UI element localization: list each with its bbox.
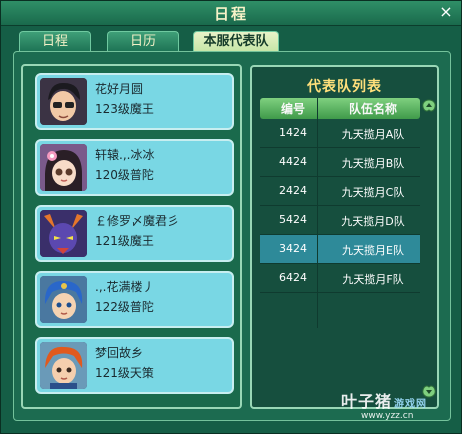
team-name: 九天揽月E队 xyxy=(342,244,404,257)
tab-schedule[interactable]: 日程 xyxy=(19,31,91,51)
table-row[interactable]: 1424 九天揽月A队 xyxy=(260,119,420,148)
team-name: 九天揽月B队 xyxy=(341,157,405,170)
player-level-class: 121级魔王 xyxy=(95,234,154,248)
table-row-selected[interactable]: 3424 九天揽月E队 xyxy=(260,235,420,264)
player-name: ￡修罗〆魔君彡 xyxy=(95,214,180,228)
watermark-main: 叶子猪 xyxy=(341,392,393,411)
blue-hair-avatar-icon xyxy=(40,276,87,323)
player-level-class: 122级普陀 xyxy=(95,300,154,314)
watermark-url: www.yzz.cn xyxy=(361,411,414,421)
watermark: 叶子猪 游戏网 www.yzz.cn xyxy=(341,388,427,421)
schedule-window: 日程 × 日程 日历 本服代表队 花好月圆 123级魔王 轩辕.,.冰冰 120… xyxy=(0,0,462,434)
table-row[interactable]: 5424 九天揽月D队 xyxy=(260,206,420,235)
player-name: 梦回故乡 xyxy=(95,346,144,360)
player-name: 轩辕.,.冰冰 xyxy=(95,148,155,162)
red-hair-avatar-icon xyxy=(40,342,87,389)
scroll-up-icon[interactable] xyxy=(421,98,437,114)
male-sunglasses-avatar-icon xyxy=(40,78,87,125)
tab-server-team[interactable]: 本服代表队 xyxy=(193,31,279,51)
close-icon[interactable]: × xyxy=(437,3,455,21)
team-name: 九天揽月C队 xyxy=(341,186,405,199)
watermark-sub: 游戏网 xyxy=(394,399,428,410)
tab-calendar[interactable]: 日历 xyxy=(107,31,179,51)
window-title: 日程 xyxy=(213,5,248,23)
player-name: 花好月圆 xyxy=(95,82,144,96)
team-name: 九天揽月F队 xyxy=(342,273,404,286)
table-row[interactable]: 4424 九天揽月B队 xyxy=(260,148,420,177)
column-header-name[interactable]: 队伍名称 xyxy=(326,100,420,117)
player-level-class: 121级天策 xyxy=(95,366,154,380)
table-row[interactable]: 2424 九天揽月C队 xyxy=(260,177,420,206)
player-card[interactable]: .,.花满楼丿 122级普陀 xyxy=(35,271,234,328)
female-flower-avatar-icon xyxy=(40,144,87,191)
player-level-class: 123级魔王 xyxy=(95,102,154,116)
table-row[interactable]: 6424 九天揽月F队 xyxy=(260,264,420,293)
player-card[interactable]: 轩辕.,.冰冰 120级普陀 xyxy=(35,139,234,196)
team-name: 九天揽月A队 xyxy=(341,128,405,141)
title-bar[interactable]: 日程 × xyxy=(1,1,461,26)
player-level-class: 120级普陀 xyxy=(95,168,154,182)
player-card[interactable]: ￡修罗〆魔君彡 121级魔王 xyxy=(35,205,234,262)
team-name: 九天揽月D队 xyxy=(341,215,405,228)
column-divider xyxy=(317,98,318,328)
team-list-panel: 代表队列表 编号 队伍名称 1424 九天揽月A队 4424 九天揽月B队 24… xyxy=(250,65,439,409)
team-list-title: 代表队列表 xyxy=(307,79,382,95)
player-card[interactable]: 花好月圆 123级魔王 xyxy=(35,73,234,130)
player-card[interactable]: 梦回故乡 121级天策 xyxy=(35,337,234,394)
team-list-header: 编号 队伍名称 xyxy=(260,98,420,119)
demon-avatar-icon xyxy=(40,210,87,257)
player-name: .,.花满楼丿 xyxy=(95,280,155,294)
team-members-panel: 花好月圆 123级魔王 轩辕.,.冰冰 120级普陀 ￡修罗〆魔君彡 121级魔… xyxy=(21,64,242,409)
